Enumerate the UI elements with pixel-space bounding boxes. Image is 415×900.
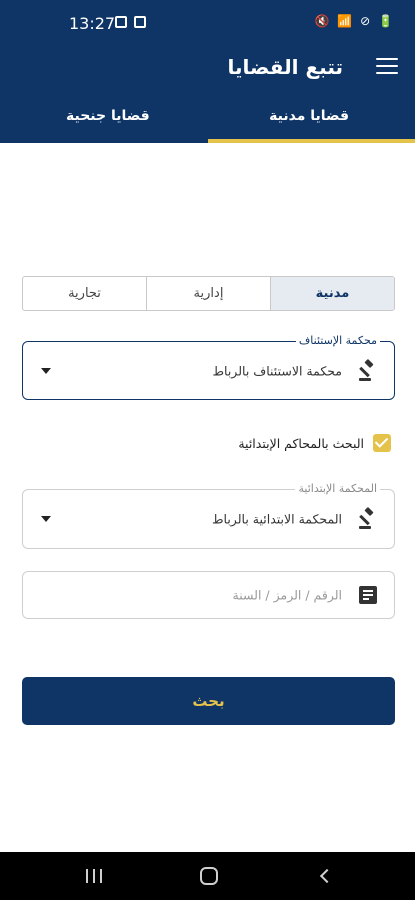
notification-icon: [134, 16, 146, 28]
case-type-administrative[interactable]: إدارية: [146, 277, 270, 310]
appeal-court-label: محكمة الإستئناف: [295, 334, 380, 347]
recents-icon[interactable]: [86, 869, 102, 883]
dropdown-arrow-icon: [41, 516, 51, 522]
hamburger-menu-icon[interactable]: [376, 58, 398, 74]
status-time: 13:27: [69, 14, 116, 33]
tab-indicator: [208, 139, 415, 143]
dropdown-arrow-icon: [41, 367, 51, 374]
status-right-icons: 🔇 📶 ⊘ 🔋: [314, 14, 395, 28]
page-title: تتبع القضايا: [227, 55, 343, 79]
first-instance-court-value: المحكمة الابتدائية بالرباط: [211, 511, 342, 527]
home-icon[interactable]: [200, 867, 218, 885]
case-number-field[interactable]: الرقم / الرمز / السنة: [22, 571, 395, 619]
checkbox-checked-icon[interactable]: [373, 434, 391, 452]
appeal-court-value: محكمة الاستئناف بالرباط: [212, 363, 342, 378]
first-instance-checkbox-label: البحث بالمحاكم الإبتدائية: [238, 435, 364, 451]
case-type-segmented-control: تجارية إدارية مدنية: [22, 276, 395, 311]
document-icon: [359, 586, 377, 604]
back-icon[interactable]: [319, 868, 335, 884]
case-type-civil[interactable]: مدنية: [270, 277, 394, 310]
gallery-icon: [115, 16, 127, 28]
case-type-commercial[interactable]: تجارية: [23, 277, 146, 310]
system-navigation-bar: [0, 852, 415, 900]
first-instance-court-select[interactable]: المحكمة الإبتدائية المحكمة الابتدائية با…: [22, 482, 395, 549]
first-instance-checkbox-row[interactable]: البحث بالمحاكم الإبتدائية: [238, 433, 391, 453]
tab-criminal-cases[interactable]: قضايا جنحية: [66, 108, 150, 124]
appeal-court-select[interactable]: محكمة الإستئناف محكمة الاستئناف بالرباط: [22, 334, 395, 400]
case-number-placeholder: الرقم / الرمز / السنة: [232, 587, 342, 603]
app-header: 13:27 🔇 📶 ⊘ 🔋 تتبع القضايا قضايا مدنية ق…: [0, 0, 415, 143]
tab-civil-cases[interactable]: قضايا مدنية: [269, 108, 349, 124]
first-instance-court-label: المحكمة الإبتدائية: [295, 482, 380, 495]
status-bar: 13:27 🔇 📶 ⊘ 🔋: [0, 0, 415, 46]
gavel-icon: [359, 358, 374, 381]
search-button[interactable]: بحث: [22, 677, 395, 725]
gavel-icon: [359, 507, 374, 529]
